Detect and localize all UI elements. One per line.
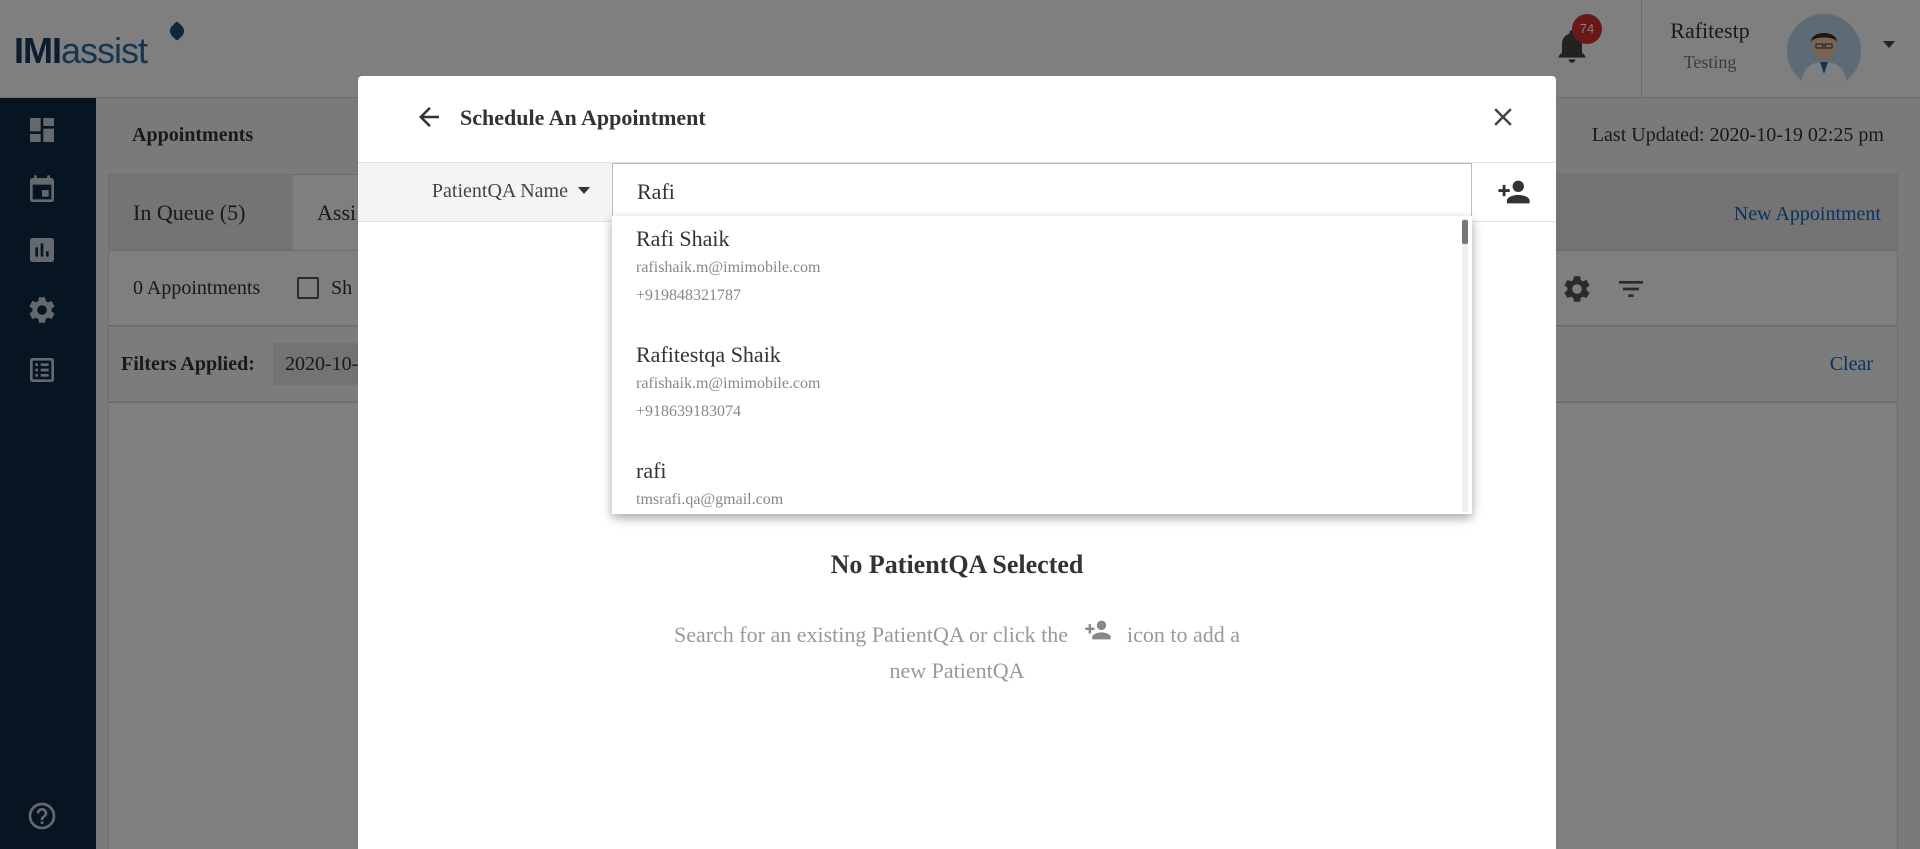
chevron-down-icon xyxy=(578,187,590,194)
search-field-select[interactable]: PatientQA Name xyxy=(358,163,612,221)
result-name: Rafi Shaik xyxy=(636,226,730,251)
result-email: rafishaik.m@imimobile.com xyxy=(636,375,821,392)
dropdown-scrollbar[interactable] xyxy=(1462,218,1468,512)
empty-text-before: Search for an existing PatientQA or clic… xyxy=(673,622,1069,647)
add-person-icon xyxy=(1084,620,1111,640)
modal-header: Schedule An Appointment xyxy=(358,76,1556,162)
schedule-appointment-modal: Schedule An Appointment PatientQA Name R… xyxy=(358,76,1556,849)
close-icon[interactable] xyxy=(1488,102,1518,132)
result-email: rafishaik.m@imimobile.com xyxy=(636,259,821,276)
back-arrow-icon[interactable] xyxy=(414,102,444,132)
search-results-dropdown: Rafi Shaik rafishaik.m@imimobile.com +91… xyxy=(612,216,1472,514)
dropdown-scroll-thumb[interactable] xyxy=(1462,220,1468,244)
modal-title: Schedule An Appointment xyxy=(460,105,706,130)
result-item[interactable]: Rafi Shaik rafishaik.m@imimobile.com +91… xyxy=(636,224,820,310)
patient-search-input[interactable] xyxy=(612,163,1472,221)
result-item[interactable]: Rafitestqa Shaik rafishaik.m@imimobile.c… xyxy=(636,340,820,426)
empty-state-text: Search for an existing PatientQA or clic… xyxy=(658,616,1256,689)
result-name: Rafitestqa Shaik xyxy=(636,342,781,367)
result-name: rafi xyxy=(636,458,667,483)
result-email: tmsrafi.qa@gmail.com xyxy=(636,491,784,508)
result-phone: +919848321787 xyxy=(636,287,742,304)
result-phone: +918639183074 xyxy=(636,403,742,420)
add-patient-button[interactable] xyxy=(1472,163,1556,221)
add-person-icon xyxy=(1498,180,1530,204)
patient-search-row: PatientQA Name xyxy=(358,162,1556,222)
search-field-label: PatientQA Name xyxy=(431,180,568,202)
empty-state-title: No PatientQA Selected xyxy=(830,550,1084,579)
result-item[interactable]: rafi tmsrafi.qa@gmail.com xyxy=(636,456,783,514)
